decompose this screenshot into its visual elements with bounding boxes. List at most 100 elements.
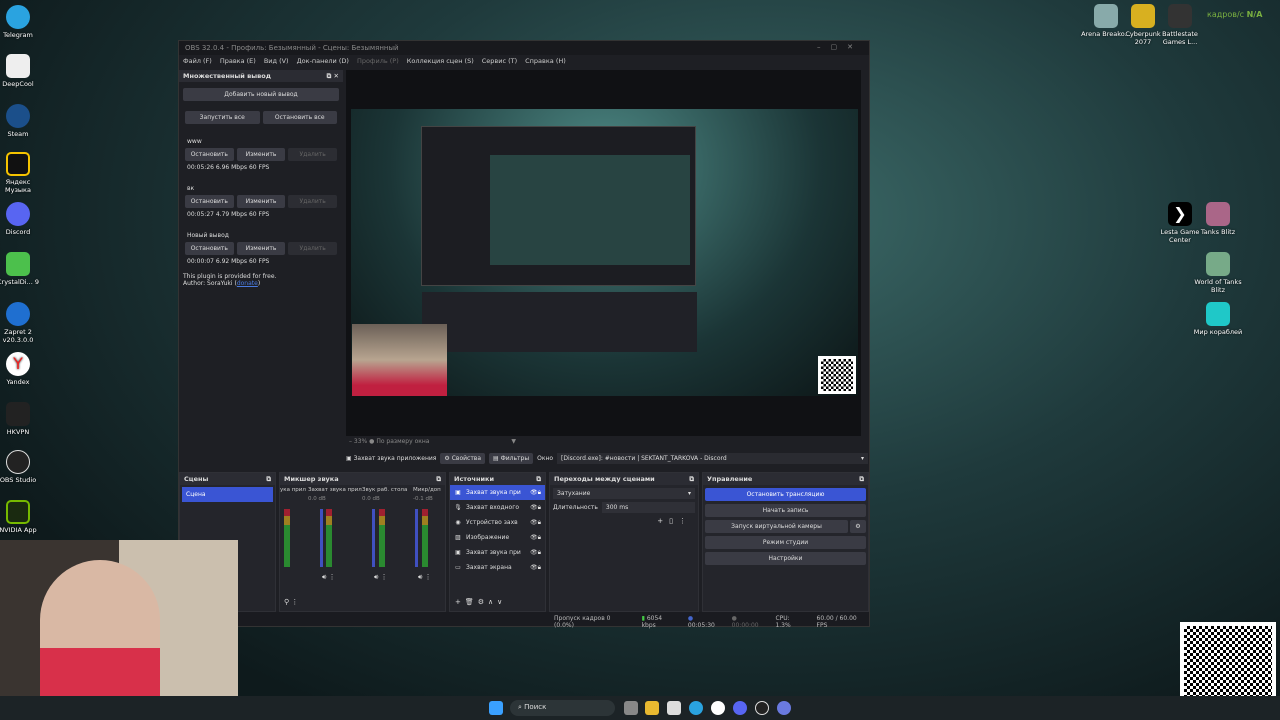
telegram-taskbar-icon[interactable]	[689, 701, 703, 715]
eye-icon: 👁︎	[530, 504, 538, 511]
yandex-taskbar-icon[interactable]	[711, 701, 725, 715]
delete-output-button[interactable]: Удалить	[288, 148, 338, 161]
speaker-icon[interactable]: 🔊︎ ⋮	[418, 573, 432, 582]
desktop-icon-yandex-music[interactable]: Яндекс Музыка	[0, 152, 43, 194]
duration-input[interactable]: 300 ms	[601, 502, 695, 513]
stop-output-button[interactable]: Остановить	[185, 242, 234, 255]
source-item[interactable]: ▭ Захват экрана 👁︎ 🔒︎	[450, 560, 545, 575]
source-item[interactable]: ▣ Захват звука при 👁︎ 🔒︎	[450, 485, 545, 500]
desktop-icon-mir-korabley[interactable]: Мир кораблей	[1193, 302, 1243, 336]
desktop-icon-telegram[interactable]: Telegram	[0, 5, 43, 39]
virtual-camera-button[interactable]: Запуск виртуальной камеры	[705, 520, 848, 533]
dock-close-icon[interactable]: ⧉ ✕	[327, 72, 339, 80]
desktop-icon-zapret[interactable]: Zapret 2 v20.3.0.0	[0, 302, 43, 344]
task-view-icon[interactable]	[624, 701, 638, 715]
desktop-icon-tanks-blitz[interactable]: Tanks Blitz	[1193, 202, 1243, 236]
lock-icon: 🔒︎	[537, 548, 541, 556]
volume-fader[interactable]	[415, 509, 418, 567]
source-toolbar-buttons[interactable]: +🗑︎⚙︎∧∨	[455, 598, 506, 606]
start-all-button[interactable]: Запустить все	[185, 111, 260, 124]
window-controls[interactable]: –▢✕	[817, 43, 863, 51]
camera-icon: ◉	[455, 519, 461, 526]
menu-docks[interactable]: Док-панели (D)	[297, 57, 349, 66]
source-item[interactable]: ◉ Устройство захв 👁︎ 🔒︎	[450, 515, 545, 530]
zoom-bar[interactable]: – 33% ● По размеру окна ▼	[349, 438, 516, 445]
start-recording-button[interactable]: Начать запись	[705, 504, 866, 517]
source-item[interactable]: ▨ Изображение 👁︎ 🔒︎	[450, 530, 545, 545]
desktop-icon-battlestate[interactable]: Battlestate Games L...	[1155, 4, 1205, 46]
edit-output-button[interactable]: Изменить	[236, 148, 286, 161]
source-item[interactable]: 🎙︎ Захват входного 👁︎ 🔒︎	[450, 500, 545, 515]
record-time: ● 00:00:00	[731, 615, 759, 629]
scene-item[interactable]: Сцена	[182, 487, 273, 502]
edit-output-button[interactable]: Изменить	[236, 195, 286, 208]
speaker-icon[interactable]: 🔊︎ ⋮	[374, 573, 388, 582]
windows-start-icon[interactable]	[489, 701, 503, 715]
stop-output-button[interactable]: Остановить	[185, 195, 234, 208]
battlestate-icon	[1168, 4, 1192, 28]
volume-meter	[379, 509, 385, 567]
desktop-icon-nvidia[interactable]: NVIDIA App	[0, 500, 43, 534]
stop-streaming-button[interactable]: Остановить трансляцию	[705, 488, 866, 501]
volume-fader[interactable]	[320, 509, 323, 567]
desktop-icon-obs[interactable]: OBS Studio	[0, 450, 43, 484]
menu-scene-collection[interactable]: Коллекция сцен (S)	[407, 57, 474, 66]
discord-taskbar-icon[interactable]	[733, 701, 747, 715]
desktop-icon-crystaldisk[interactable]: CrystalDi... 9	[0, 252, 43, 286]
stop-all-button[interactable]: Остановить все	[262, 111, 337, 124]
desktop-icon-discord[interactable]: Discord	[0, 202, 43, 236]
menu-help[interactable]: Справка (H)	[525, 57, 566, 66]
anchor-icon	[1206, 302, 1230, 326]
menu-edit[interactable]: Правка (E)	[220, 57, 256, 66]
dock-title: Множественный вывод	[183, 72, 271, 80]
desktop-icon-wot-blitz[interactable]: World of Tanks Blitz	[1193, 252, 1243, 294]
volume-meter	[326, 509, 332, 567]
menu-profile[interactable]: Профиль (P)	[357, 57, 399, 66]
dropped-frames: Пропуск кадров 0 (0.0%)	[554, 615, 611, 629]
filters-button[interactable]: ▤ Фильтры	[489, 453, 534, 464]
menu-file[interactable]: Файл (F)	[183, 57, 212, 66]
delete-output-button[interactable]: Удалить	[288, 195, 338, 208]
preview-area[interactable]	[346, 70, 861, 436]
source-item[interactable]: ▣ Захват звука при 👁︎ 🔒︎	[450, 545, 545, 560]
settings-button[interactable]: Настройки	[705, 552, 866, 565]
dock-float-icon[interactable]: ⧉	[689, 475, 694, 483]
studio-mode-button[interactable]: Режим студии	[705, 536, 866, 549]
dock-float-icon[interactable]: ⧉	[536, 475, 541, 483]
source-toolbar: ▣ Захват звука приложения ⚙ Свойства ▤ Ф…	[346, 452, 868, 465]
gear-icon[interactable]: ⚙	[850, 520, 866, 533]
speaker-icon[interactable]: 🔊︎ ⋮	[322, 573, 336, 582]
donate-link[interactable]: donate	[237, 280, 258, 287]
window-select[interactable]: [Discord.exe]: #новости | SEKTANT_TARKOV…	[557, 453, 868, 464]
transition-buttons[interactable]: +▯⋮	[556, 517, 692, 525]
volume-fader[interactable]	[372, 509, 375, 567]
lock-icon: 🔒︎	[537, 503, 541, 511]
transition-select[interactable]: Затухание ▾	[553, 488, 695, 499]
edit-output-button[interactable]: Изменить	[236, 242, 286, 255]
menu-tools[interactable]: Сервис (T)	[482, 57, 517, 66]
desktop-icon-hkvpn[interactable]: HKVPN	[0, 402, 43, 436]
stop-output-button[interactable]: Остановить	[185, 148, 234, 161]
dock-float-icon[interactable]: ⧉	[436, 475, 441, 483]
delete-output-button[interactable]: Удалить	[288, 242, 338, 255]
properties-button[interactable]: ⚙ Свойства	[440, 453, 486, 464]
dock-float-icon[interactable]: ⧉	[859, 475, 864, 483]
desktop-icon-steam[interactable]: Steam	[0, 104, 43, 138]
menu-bar: Файл (F) Правка (E) Вид (V) Док-панели (…	[179, 55, 869, 68]
desktop-icon-deepcool[interactable]: DeepCool	[0, 54, 43, 88]
dock-float-icon[interactable]: ⧉	[266, 475, 271, 483]
app-taskbar-icon[interactable]	[777, 701, 791, 715]
menu-view[interactable]: Вид (V)	[264, 57, 289, 66]
app-audio-icon: ▣	[455, 549, 461, 556]
obs-taskbar-icon[interactable]	[755, 701, 769, 715]
volume-meter	[284, 509, 290, 567]
lock-icon: 🔒︎	[537, 518, 541, 526]
desktop-icon-yandex[interactable]: Y Yandex	[0, 352, 43, 386]
store-icon[interactable]	[667, 701, 681, 715]
add-output-button[interactable]: Добавить новый вывод	[183, 88, 339, 101]
file-explorer-icon[interactable]	[645, 701, 659, 715]
output-item: вк Остановить Изменить Удалить 00:05:27 4.…	[179, 185, 343, 218]
taskbar: ⌕ Поиск	[0, 696, 1280, 720]
mixer-settings-icon[interactable]: ⚲ ⋮	[284, 598, 298, 606]
taskbar-search[interactable]: ⌕ Поиск	[510, 700, 615, 716]
